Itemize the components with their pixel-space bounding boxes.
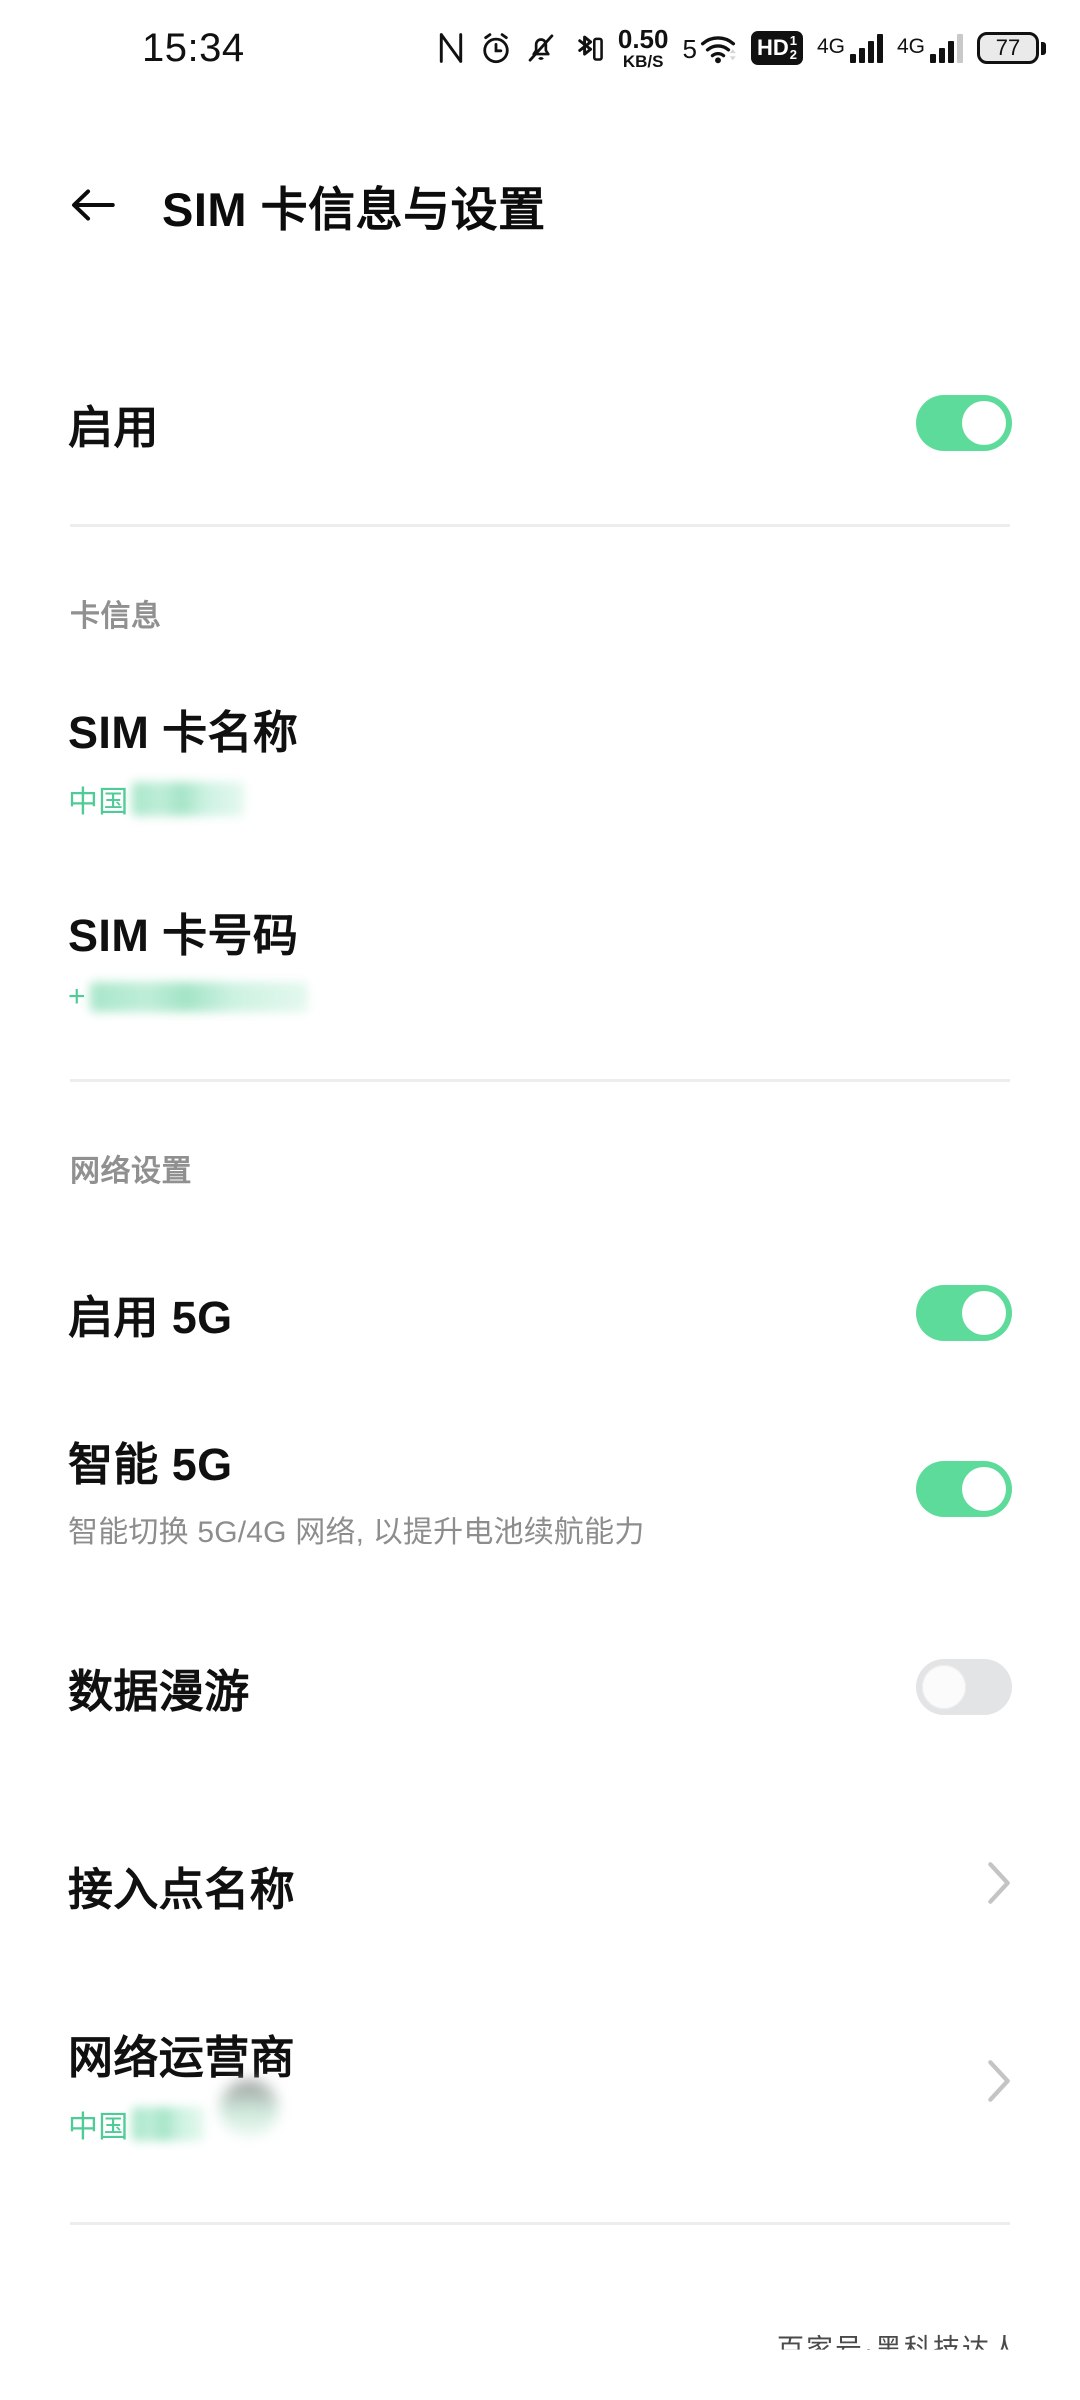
arrow-left-icon <box>72 189 115 221</box>
volte-hd-icon: HD 1 2 <box>750 31 803 65</box>
enable-toggle[interactable] <box>916 395 1012 451</box>
sim1-signal-icon: 4G <box>816 33 883 63</box>
carrier-value: 中国 <box>68 2079 295 2146</box>
battery-level-label: 77 <box>977 32 1039 64</box>
enable-label: 启用 <box>68 401 159 453</box>
data-roaming-toggle[interactable] <box>916 1659 1012 1715</box>
setting-row-data-roaming[interactable]: 数据漫游 <box>0 1612 1080 1762</box>
toggle-knob <box>922 1665 966 1709</box>
app-bar: SIM 卡信息与设置 <box>0 150 1080 260</box>
volte-hd-label: HD <box>756 34 789 60</box>
back-button[interactable] <box>62 174 124 236</box>
watermark: 百家号·黑科技达人 <box>777 2334 1020 2364</box>
page-title: SIM 卡信息与设置 <box>162 182 546 236</box>
sim-number-value-prefix: + <box>68 979 86 1013</box>
setting-row-smart-5g[interactable]: 智能 5G 智能切换 5G/4G 网络, 以提升电池续航能力 <box>0 1414 1080 1564</box>
sim-name-value-prefix: 中国 <box>68 785 129 819</box>
setting-row-enable-5g[interactable]: 启用 5G <box>0 1238 1080 1388</box>
toggle-knob <box>962 1291 1006 1335</box>
toggle-knob <box>962 401 1006 445</box>
wifi-band-label: 5 <box>682 34 697 64</box>
setting-row-sim-number[interactable]: SIM 卡号码 + <box>0 881 1080 1031</box>
status-bar-icons: 0.50 KB/S 5 HD 1 2 4G 4G 77 <box>436 26 1046 70</box>
carrier-label: 网络运营商 <box>68 2031 296 2083</box>
sim2-network-label: 4G <box>896 34 925 58</box>
alarm-icon <box>480 31 512 65</box>
network-speed-indicator: 0.50 KB/S <box>618 26 669 70</box>
sim-number-redaction <box>89 981 308 1012</box>
smart-5g-toggle[interactable] <box>916 1461 1012 1517</box>
chevron-right-icon <box>986 1860 1012 1911</box>
sim-number-value: + <box>68 980 308 1014</box>
enable-5g-toggle[interactable] <box>916 1285 1012 1341</box>
network-speed-unit: KB/S <box>622 52 664 71</box>
bell-off-icon <box>526 31 556 65</box>
status-bar: 15:34 0.50 KB/S 5 HD 1 2 4G 4G 77 <box>0 0 1080 96</box>
smart-5g-description: 智能切换 5G/4G 网络, 以提升电池续航能力 <box>68 1515 645 1549</box>
sim-name-label: SIM 卡名称 <box>68 706 299 758</box>
battery-icon: 77 <box>977 32 1046 64</box>
settings-list: 启用 卡信息 SIM 卡名称 中国 SIM 卡号码 + 网络设置 启用 5G 智… <box>0 300 1080 2225</box>
enable-5g-label: 启用 5G <box>68 1291 233 1343</box>
data-roaming-label: 数据漫游 <box>68 1665 250 1717</box>
setting-row-sim-name[interactable]: SIM 卡名称 中国 <box>0 683 1080 833</box>
setting-row-enable[interactable]: 启用 <box>0 348 1080 498</box>
setting-row-apn[interactable]: 接入点名称 <box>0 1810 1080 1960</box>
chevron-right-icon <box>986 2058 1012 2109</box>
volte-sim1-label: 1 <box>789 33 797 49</box>
carrier-value-prefix: 中国 <box>68 2110 129 2144</box>
network-speed-value: 0.50 <box>617 24 669 54</box>
setting-row-carrier[interactable]: 网络运营商 中国 <box>0 2008 1080 2158</box>
status-bar-clock: 15:34 <box>142 25 245 70</box>
section-header-card-info: 卡信息 <box>70 600 162 633</box>
divider <box>70 2222 1010 2225</box>
phone-screen: 15:34 0.50 KB/S 5 HD 1 2 4G 4G 77 SIM 卡信… <box>0 0 1080 2400</box>
apn-label: 接入点名称 <box>68 1863 296 1915</box>
sim-number-label: SIM 卡号码 <box>68 909 299 961</box>
carrier-redaction-blob <box>220 2079 278 2136</box>
sim1-network-label: 4G <box>816 34 845 58</box>
sim-name-redaction <box>132 781 245 816</box>
smart-5g-label: 智能 5G <box>68 1438 233 1490</box>
sim2-signal-icon: 4G <box>896 33 963 63</box>
bluetooth-icon <box>570 31 604 65</box>
wifi-icon: 5 <box>682 32 736 64</box>
section-header-network-settings: 网络设置 <box>70 1155 192 1188</box>
carrier-redaction <box>132 2106 205 2141</box>
toggle-knob <box>962 1467 1006 1511</box>
sim-name-value: 中国 <box>68 777 298 821</box>
volte-sim2-label: 2 <box>789 46 797 62</box>
nfc-icon <box>436 31 466 65</box>
battery-cap <box>1041 41 1046 55</box>
